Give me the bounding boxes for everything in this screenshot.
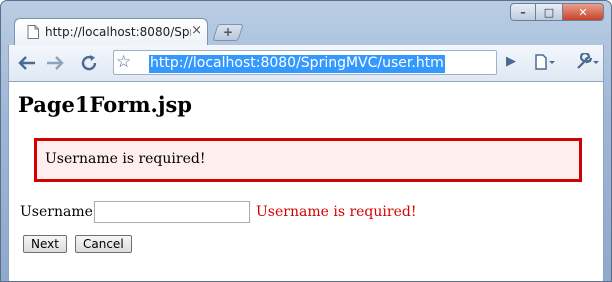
navigation-toolbar: ☆ http://localhost:8080/SpringMVC/user.h…: [8, 45, 604, 81]
close-window-button[interactable]: ✕: [562, 3, 604, 21]
error-summary-text: Username is required!: [45, 151, 206, 167]
cancel-button[interactable]: Cancel: [75, 235, 132, 253]
new-tab-button[interactable]: +: [212, 24, 244, 41]
browser-window: http://localhost:8080/Spr... × + – □ ✕ ☆…: [0, 0, 612, 282]
maximize-button[interactable]: □: [536, 3, 562, 21]
username-error: Username is required!: [256, 204, 417, 220]
play-icon[interactable]: ▶: [506, 54, 516, 69]
tab-close-icon[interactable]: ×: [191, 23, 202, 38]
reload-icon[interactable]: [79, 54, 99, 72]
browser-tab[interactable]: http://localhost:8080/Spr... ×: [14, 18, 208, 45]
back-arrow-icon[interactable]: [17, 54, 37, 72]
url-text[interactable]: http://localhost:8080/SpringMVC/user.htm: [149, 55, 445, 73]
tab-title: http://localhost:8080/Spr...: [45, 25, 191, 39]
star-icon[interactable]: ☆: [116, 52, 131, 72]
plus-icon: +: [222, 25, 234, 39]
page-content: Page1Form.jsp Username is required! User…: [8, 81, 604, 281]
forward-arrow-icon[interactable]: [45, 54, 65, 72]
minimize-button[interactable]: –: [510, 3, 536, 21]
page-menu-icon[interactable]: [535, 54, 557, 74]
wrench-icon[interactable]: [575, 51, 601, 75]
page-title: Page1Form.jsp: [18, 92, 192, 117]
next-button[interactable]: Next: [23, 235, 67, 253]
title-bar: http://localhost:8080/Spr... × + – □ ✕: [1, 1, 611, 45]
username-label: Username :: [20, 204, 103, 220]
error-summary-box: Username is required!: [34, 138, 582, 182]
window-controls: – □ ✕: [510, 3, 604, 21]
username-input[interactable]: [94, 201, 250, 223]
page-icon: [27, 25, 39, 39]
